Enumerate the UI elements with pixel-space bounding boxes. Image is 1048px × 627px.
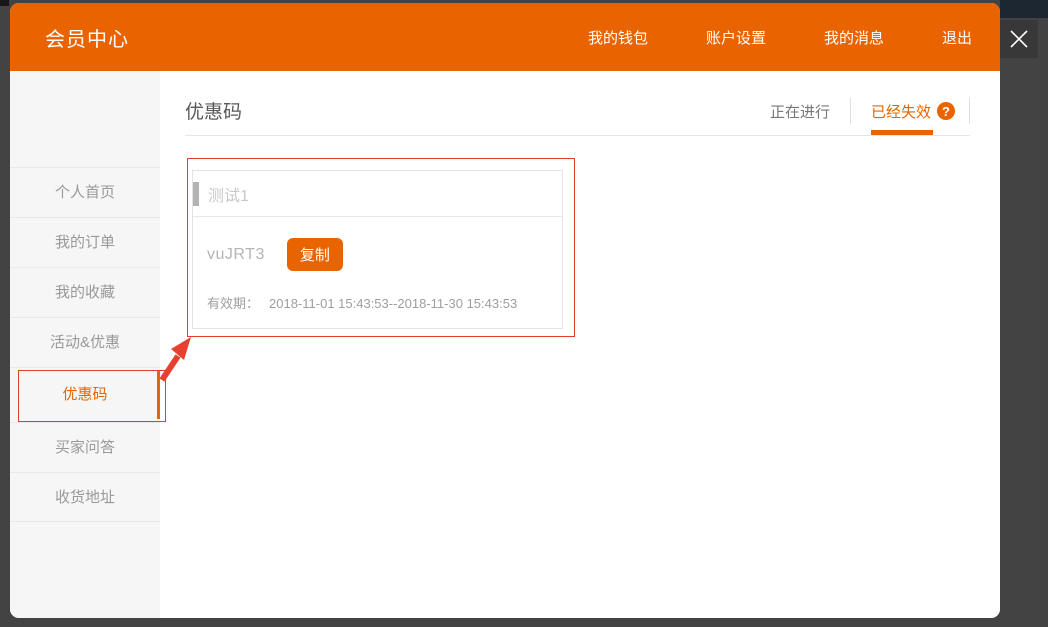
tab-separator	[969, 98, 970, 124]
tab-expired-label: 已经失效	[871, 101, 931, 122]
sidebar: 个人首页 我的订单 我的收藏 活动&优惠 优惠码 买家问答 收货地址	[10, 71, 160, 618]
sidebar-item-shipping-address[interactable]: 收货地址	[10, 472, 160, 522]
help-icon[interactable]: ?	[937, 102, 955, 120]
page-title: 会员中心	[45, 23, 129, 52]
nav-account-settings[interactable]: 账户设置	[706, 27, 766, 48]
main-content: 优惠码 正在进行 已经失效 ? 测试1	[160, 71, 1000, 618]
validity-range: 2018-11-01 15:43:53--2018-11-30 15:43:53	[269, 296, 517, 311]
sidebar-item-label: 优惠码	[62, 386, 107, 403]
header-nav: 我的钱包 账户设置 我的消息 退出	[530, 3, 972, 71]
modal-body: 个人首页 我的订单 我的收藏 活动&优惠 优惠码 买家问答 收货地址 优惠码 正…	[10, 71, 1000, 618]
active-tab-underline	[871, 130, 933, 135]
tab-separator	[850, 98, 851, 124]
page-backdrop: 会员中心 我的钱包 账户设置 我的消息 退出 个人首页 我的订单 我的收藏 活动…	[0, 0, 1048, 627]
sidebar-item-coupon-code[interactable]: 优惠码	[10, 367, 160, 422]
validity-label: 有效期：	[207, 296, 259, 311]
coupon-name: 测试1	[208, 182, 249, 206]
background-fragment	[0, 0, 9, 6]
coupon-code-row: vuJRT3 复制	[207, 238, 548, 271]
section-title: 优惠码	[185, 97, 242, 124]
tab-expired[interactable]: 已经失效 ?	[871, 101, 955, 122]
sidebar-item-my-orders[interactable]: 我的订单	[10, 217, 160, 267]
sidebar-item-activities[interactable]: 活动&优惠	[10, 317, 160, 367]
coupon-card-body: vuJRT3 复制 有效期： 2018-11-01 15:43:53--2018-…	[193, 217, 562, 312]
sidebar-item-personal-home[interactable]: 个人首页	[10, 167, 160, 217]
validity-row: 有效期： 2018-11-01 15:43:53--2018-11-30 15:4…	[207, 293, 548, 312]
copy-button[interactable]: 复制	[287, 238, 343, 271]
member-center-modal: 会员中心 我的钱包 账户设置 我的消息 退出 个人首页 我的订单 我的收藏 活动…	[10, 3, 1000, 618]
coupon-card: 测试1 vuJRT3 复制 有效期： 2018-11-01 15:43:53--2…	[192, 170, 563, 329]
close-icon	[1008, 28, 1030, 50]
sidebar-item-my-favorites[interactable]: 我的收藏	[10, 267, 160, 317]
background-strip	[1000, 0, 1048, 18]
nav-my-wallet[interactable]: 我的钱包	[588, 27, 648, 48]
tab-bar: 正在进行 已经失效 ?	[770, 99, 970, 123]
modal-header: 会员中心 我的钱包 账户设置 我的消息 退出	[10, 3, 1000, 71]
close-button[interactable]	[1000, 20, 1038, 58]
sidebar-item-buyer-qa[interactable]: 买家问答	[10, 422, 160, 472]
coupon-code-value: vuJRT3	[207, 246, 265, 264]
nav-my-messages[interactable]: 我的消息	[824, 27, 884, 48]
nav-logout[interactable]: 退出	[942, 27, 972, 48]
tab-in-progress[interactable]: 正在进行	[770, 101, 830, 122]
card-marker-bar	[193, 182, 199, 206]
coupon-card-header: 测试1	[193, 171, 562, 217]
title-divider	[185, 135, 970, 136]
